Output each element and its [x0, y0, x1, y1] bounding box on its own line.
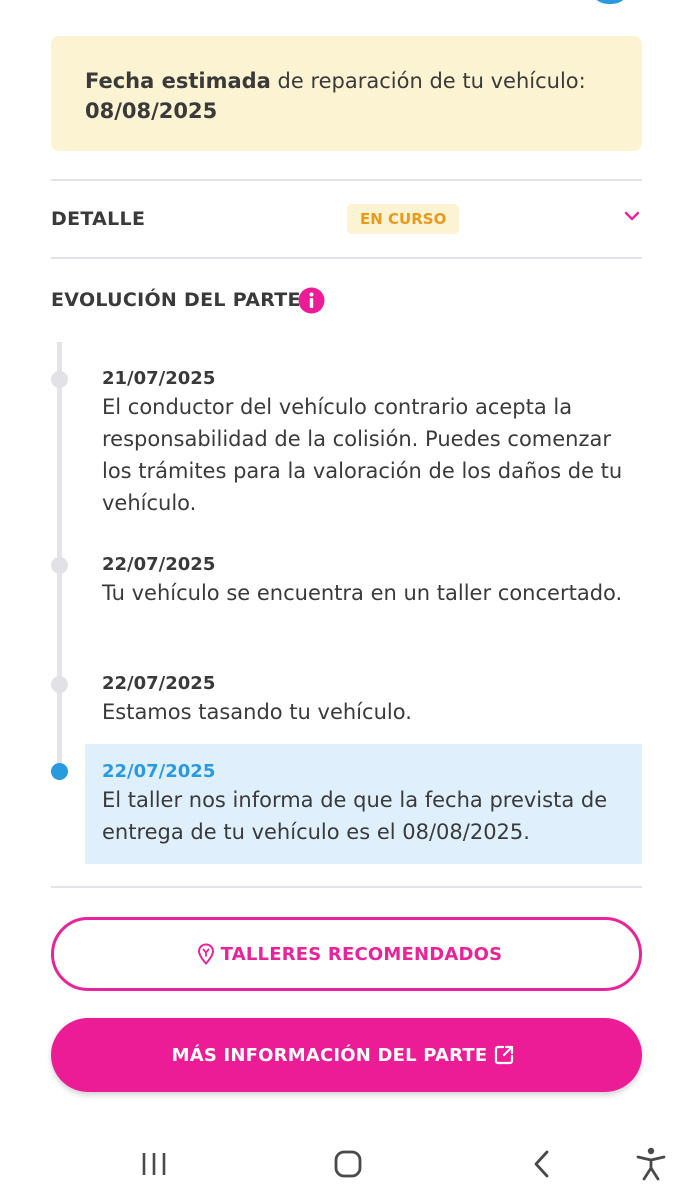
timeline-dot-active [51, 763, 68, 780]
more-info-label: MÁS INFORMACIÓN DEL PARTE [171, 1044, 488, 1066]
divider [51, 257, 642, 259]
top-scroll-edge [590, 0, 630, 4]
recommended-workshops-label: TALLERES RECOMENDADOS [220, 943, 503, 965]
event-date: 22/07/2025 [102, 761, 216, 782]
event-date: 22/07/2025 [102, 673, 216, 694]
estimated-repair-notice: Fecha estimada de reparación de tu vehíc… [51, 36, 642, 151]
event-date: 21/07/2025 [102, 368, 216, 389]
estimate-label: de reparación de tu vehículo: [270, 69, 586, 93]
location-pin-icon [197, 943, 214, 965]
status-badge: EN CURSO [347, 204, 460, 234]
timeline-event: 22/07/2025 Estamos tasando tu vehículo. [85, 672, 642, 728]
estimate-bold-label: Fecha estimada [85, 69, 271, 93]
detail-label: DETALLE [51, 208, 146, 230]
recent-apps-icon[interactable] [134, 1144, 174, 1184]
chevron-down-icon[interactable] [622, 206, 642, 226]
more-info-button[interactable]: MÁS INFORMACIÓN DEL PARTE [51, 1018, 642, 1092]
event-text: Estamos tasando tu vehículo. [102, 700, 412, 724]
timeline-event: 22/07/2025 Tu vehículo se encuentra en u… [85, 553, 642, 609]
event-text: El conductor del vehículo contrario acep… [102, 395, 623, 515]
timeline-dot [51, 676, 68, 693]
accessibility-icon[interactable] [631, 1144, 671, 1184]
timeline-event: 21/07/2025 El conductor del vehículo con… [85, 367, 642, 519]
home-icon[interactable] [328, 1144, 368, 1184]
timeline-dot [51, 557, 68, 574]
event-date: 22/07/2025 [102, 554, 216, 575]
recommended-workshops-button[interactable]: TALLERES RECOMENDADOS [51, 917, 642, 991]
info-icon[interactable] [298, 287, 325, 314]
back-icon[interactable] [522, 1144, 562, 1184]
event-text: El taller nos informa de que la fecha pr… [102, 788, 608, 844]
timeline-event-active: 22/07/2025 El taller nos informa de que … [85, 744, 642, 864]
divider [51, 179, 642, 181]
evolution-title: EVOLUCIÓN DEL PARTE [51, 289, 301, 311]
detail-accordion-header[interactable]: DETALLE EN CURSO [51, 200, 642, 240]
system-navigation-bar [0, 1120, 693, 1200]
divider [51, 886, 642, 888]
external-link-icon [495, 1045, 514, 1065]
estimate-date: 08/08/2025 [85, 99, 218, 123]
timeline-dot [51, 371, 68, 388]
event-text: Tu vehículo se encuentra en un taller co… [102, 581, 623, 605]
